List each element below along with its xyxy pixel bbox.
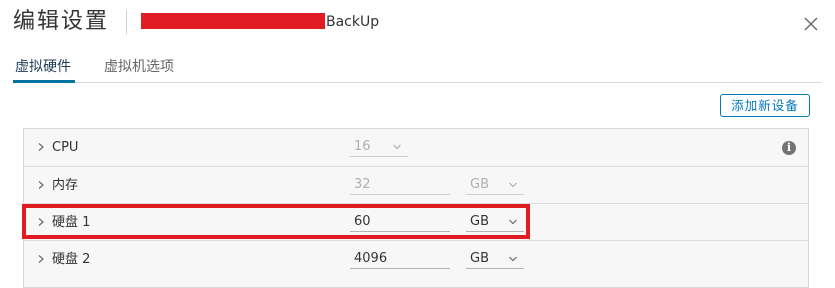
chevron-down-icon <box>509 182 517 188</box>
chevron-right-icon[interactable] <box>36 180 46 190</box>
disk-2-unit-value: GB <box>470 251 489 266</box>
tab-bar: 虚拟硬件 虚拟机选项 <box>0 52 821 83</box>
dialog-title: 编辑设置 <box>13 9 110 34</box>
close-button[interactable] <box>801 14 821 34</box>
disk-1-size-input[interactable]: 60 <box>350 212 450 232</box>
title-divider <box>126 10 127 34</box>
memory-label: 内存 <box>52 178 79 193</box>
hardware-row-disk-2: 硬盘 2 4096 GB <box>24 241 808 278</box>
disk-2-label: 硬盘 2 <box>52 252 91 267</box>
close-icon <box>804 17 818 31</box>
info-icon[interactable]: i <box>782 141 796 155</box>
disk-1-label: 硬盘 1 <box>52 215 91 230</box>
chevron-right-icon[interactable] <box>36 217 46 227</box>
memory-unit-select[interactable]: GB <box>466 175 524 195</box>
tab-virtual-hardware[interactable]: 虚拟硬件 <box>15 58 71 76</box>
hardware-row-disk-1: 硬盘 1 60 GB <box>24 204 808 241</box>
dialog-header: 编辑设置 BackUp <box>0 0 835 46</box>
chevron-down-icon <box>509 219 517 225</box>
disk-1-unit-value: GB <box>470 214 489 229</box>
disk-1-unit-select[interactable]: GB <box>466 212 524 232</box>
hardware-row-cpu: CPU 16 i <box>24 129 808 166</box>
disk-2-size-input[interactable]: 4096 <box>350 249 450 269</box>
chevron-down-icon <box>393 144 401 150</box>
vm-name-redaction <box>141 13 325 29</box>
add-new-device-button[interactable]: 添加新设备 <box>720 94 810 117</box>
chevron-right-icon[interactable] <box>36 142 46 152</box>
disk-2-unit-select[interactable]: GB <box>466 249 524 269</box>
cpu-label: CPU <box>52 140 79 155</box>
chevron-down-icon <box>509 256 517 262</box>
cpu-count-select[interactable]: 16 <box>350 137 408 157</box>
tab-active-indicator <box>13 80 75 83</box>
memory-size-input[interactable]: 32 <box>350 175 450 195</box>
chevron-right-icon[interactable] <box>36 254 46 264</box>
cpu-count-value: 16 <box>354 139 371 154</box>
memory-unit-value: GB <box>470 177 489 192</box>
tab-divider <box>13 82 821 83</box>
tab-vm-options[interactable]: 虚拟机选项 <box>104 58 174 76</box>
vm-name: BackUp <box>326 14 380 30</box>
hardware-row-memory: 内存 32 GB <box>24 167 808 204</box>
